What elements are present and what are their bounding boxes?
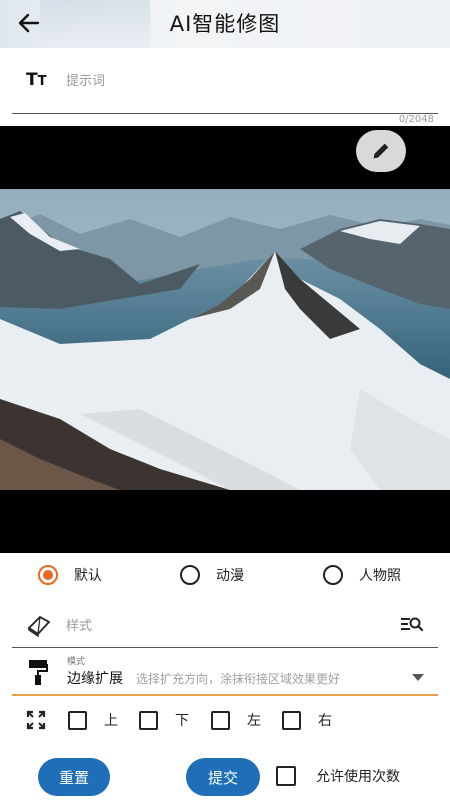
allow-usage-checkbox[interactable]: 允许使用次数: [276, 766, 400, 786]
checkbox-label: 上: [104, 713, 118, 729]
checkbox-up[interactable]: 上: [68, 710, 118, 730]
checkbox-down[interactable]: 下: [139, 710, 189, 730]
checkbox-box: [139, 710, 158, 730]
page-title: AI智能修图: [169, 12, 281, 36]
radio-label: 人物照: [359, 568, 401, 584]
text-size-icon: TT: [26, 70, 47, 90]
radio-anime[interactable]: 动漫: [180, 565, 244, 585]
checkbox-box: [68, 710, 87, 730]
prompt-field: TT: [12, 58, 438, 114]
style-type-group: 默认 动漫 人物照: [0, 565, 450, 589]
mode-select[interactable]: 模式 边缘扩展 选择扩充方向，涂抹衔接区域效果更好: [12, 654, 438, 696]
radio-default[interactable]: 默认: [38, 565, 102, 585]
reset-button[interactable]: 重置: [38, 758, 110, 796]
prompt-input[interactable]: [66, 68, 426, 94]
checkbox-box: [276, 766, 296, 786]
paint-roller-icon: [29, 660, 48, 685]
checkbox-box: [282, 710, 301, 730]
image-canvas[interactable]: [0, 126, 450, 553]
chevron-down-icon[interactable]: [412, 674, 424, 681]
mode-value[interactable]: 边缘扩展: [67, 668, 123, 688]
style-field: [12, 604, 438, 648]
checkbox-left[interactable]: 左: [211, 710, 261, 730]
direction-group: 上 下 左 右: [0, 708, 450, 732]
submit-button[interactable]: 提交: [186, 758, 260, 796]
checkbox-right[interactable]: 右: [282, 710, 332, 730]
radio-portrait[interactable]: 人物照: [323, 565, 401, 585]
cube-icon: [27, 615, 51, 638]
mode-hint: 选择扩充方向，涂抹衔接区域效果更好: [136, 672, 341, 686]
mountain-photo: [0, 189, 450, 490]
checkbox-label: 右: [318, 713, 332, 729]
header: AI智能修图: [0, 0, 450, 48]
radio-circle: [38, 565, 58, 585]
list-search-icon[interactable]: [400, 614, 424, 634]
edit-button[interactable]: [356, 130, 406, 172]
radio-circle: [180, 565, 200, 585]
checkbox-box: [211, 710, 230, 730]
style-input[interactable]: [66, 614, 386, 638]
radio-circle: [323, 565, 343, 585]
prompt-char-counter: 0/2048: [398, 114, 434, 125]
mode-label: 模式: [67, 657, 86, 667]
checkbox-label: 左: [247, 713, 261, 729]
allow-usage-label: 允许使用次数: [316, 769, 400, 785]
radio-label: 动漫: [216, 568, 244, 584]
expand-icon: [26, 710, 46, 730]
pencil-icon: [373, 143, 389, 159]
checkbox-label: 下: [175, 713, 189, 729]
radio-label: 默认: [74, 568, 102, 584]
